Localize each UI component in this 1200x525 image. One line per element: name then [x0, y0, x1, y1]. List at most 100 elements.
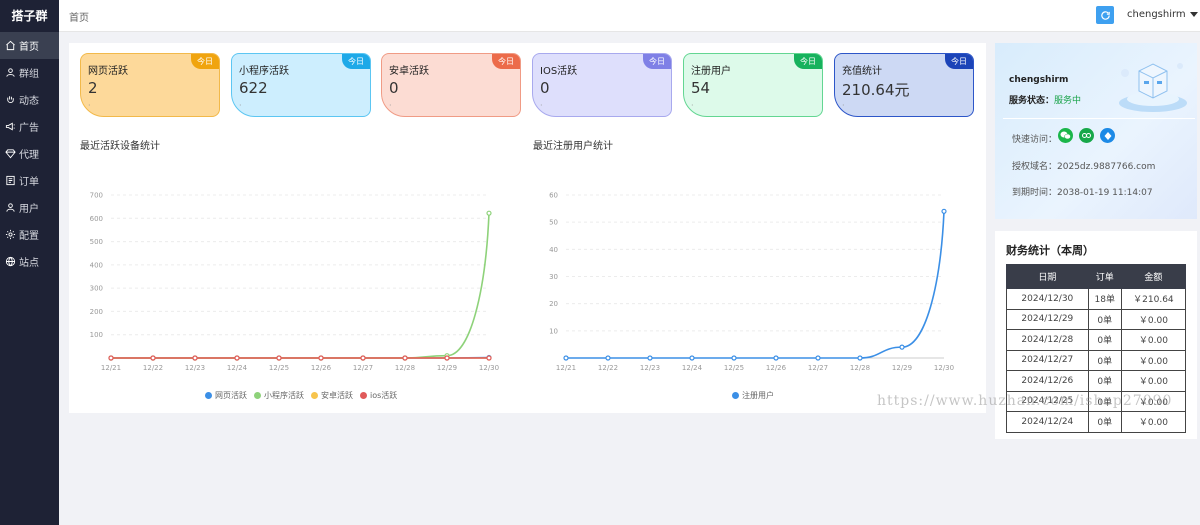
- registered-users-data-point[interactable]: [605, 355, 611, 361]
- refresh-button[interactable]: [1096, 6, 1114, 24]
- finance-cell-orders: 0单: [1087, 349, 1122, 371]
- y-tick-label: 400: [90, 261, 103, 269]
- y-tick-label: 600: [90, 215, 103, 223]
- table-row: 2024/12/29 0单 ￥0.00: [1006, 308, 1187, 330]
- registered-users-data-point[interactable]: [815, 355, 821, 361]
- registered-users-data-point[interactable]: [773, 355, 779, 361]
- registered-users-data-point[interactable]: [563, 355, 569, 361]
- active-devices-legend: 网页活跃 小程序活跃 安卓活跃 ios活跃: [205, 390, 404, 401]
- finance-cell-orders: 0单: [1087, 411, 1122, 433]
- x-tick-label: 12/23: [640, 364, 660, 372]
- active-devices-data-point[interactable]: [234, 355, 240, 361]
- active-devices-legend-item[interactable]: 安卓活跃: [311, 390, 353, 401]
- active-devices-data-point[interactable]: [150, 355, 156, 361]
- active-devices-legend-item[interactable]: ios活跃: [360, 390, 397, 401]
- stat-card-title: 网页活跃: [88, 66, 128, 77]
- chevron-down-icon: [1189, 12, 1198, 17]
- stat-card-title: 安卓活跃: [389, 66, 429, 77]
- sidebar-nav: 首页群组动态 广告 代理 订单 用户 配置 站点: [0, 32, 59, 275]
- finance-cell-date: 2024/12/30: [1006, 288, 1089, 310]
- group-icon: [4, 67, 16, 79]
- active-devices-data-point[interactable]: [192, 355, 198, 361]
- sidebar-item-1[interactable]: 群组: [0, 59, 59, 86]
- y-tick-label: 60: [549, 192, 558, 200]
- user-menu[interactable]: chengshirm: [1127, 9, 1198, 20]
- y-tick-label: 100: [90, 331, 103, 339]
- legend-swatch: [205, 392, 212, 399]
- expiry-time: 到期时间：2038-01-19 11:14:07: [1012, 185, 1153, 198]
- stat-card-tag: 今日: [643, 54, 671, 69]
- legend-label: 注册用户: [742, 391, 774, 400]
- stat-card: IOS活跃 0 · 今日: [532, 53, 672, 117]
- x-tick-label: 12/24: [682, 364, 703, 372]
- active-devices-legend-item[interactable]: 网页活跃: [205, 390, 247, 401]
- sidebar-item-6[interactable]: 用户: [0, 194, 59, 221]
- active-devices-data-point[interactable]: [444, 355, 450, 361]
- registered-users-legend-item[interactable]: 注册用户: [732, 390, 774, 401]
- x-tick-label: 12/25: [724, 364, 744, 372]
- finance-cell-date: 2024/12/27: [1006, 349, 1089, 371]
- sidebar-item-label: 首页: [19, 42, 39, 53]
- gear-icon: [4, 229, 16, 241]
- server-illustration-icon: [1119, 63, 1187, 112]
- active-devices-chart-title: 最近活跃设备统计: [80, 141, 160, 152]
- registered-users-data-point[interactable]: [857, 355, 863, 361]
- x-tick-label: 12/29: [437, 364, 457, 372]
- active-devices-data-point[interactable]: [276, 355, 282, 361]
- finance-col-orders: 订单: [1087, 264, 1122, 289]
- legend-swatch: [311, 392, 318, 399]
- stat-card-value: 622: [239, 79, 268, 97]
- registered-users-data-point[interactable]: [647, 355, 653, 361]
- x-tick-label: 12/30: [479, 364, 499, 372]
- stat-card-value: 0: [389, 79, 399, 97]
- registered-users-chart-title: 最近注册用户统计: [533, 141, 613, 152]
- table-row: 2024/12/24 0单 ￥0.00: [1006, 411, 1187, 433]
- y-tick-label: 50: [549, 219, 558, 227]
- app-logo[interactable]: 搭子群: [0, 0, 59, 32]
- active-devices-data-point[interactable]: [486, 210, 492, 216]
- sidebar-item-8[interactable]: 站点: [0, 248, 59, 275]
- service-status: 服务状态：服务中: [1009, 93, 1081, 106]
- table-row: 2024/12/27 0单 ￥0.00: [1006, 349, 1187, 371]
- stat-card-marker: ·: [842, 101, 845, 110]
- breadcrumb[interactable]: 首页: [69, 9, 89, 24]
- wechat-icon[interactable]: [1058, 128, 1073, 143]
- active-devices-legend-item[interactable]: 小程序活跃: [254, 390, 304, 401]
- sidebar-item-4[interactable]: 代理: [0, 140, 59, 167]
- legend-swatch: [360, 392, 367, 399]
- x-tick-label: 12/25: [269, 364, 289, 372]
- mini-program-icon[interactable]: [1079, 128, 1094, 143]
- active-devices-data-point[interactable]: [318, 355, 324, 361]
- legend-label: 小程序活跃: [264, 391, 304, 400]
- stat-card-value: 2: [88, 79, 98, 97]
- x-tick-label: 12/23: [185, 364, 205, 372]
- refresh-icon: [1100, 10, 1110, 20]
- app-icon[interactable]: [1100, 128, 1115, 143]
- registered-users-data-point[interactable]: [689, 355, 695, 361]
- sidebar-item-0[interactable]: 首页: [0, 32, 59, 59]
- finance-cell-amount: ￥0.00: [1120, 411, 1187, 433]
- active-devices-series-line-1: [111, 213, 490, 359]
- sidebar-item-label: 群组: [19, 69, 39, 80]
- sidebar-item-7[interactable]: 配置: [0, 221, 59, 248]
- list-icon: [4, 175, 16, 187]
- finance-cell-orders: 0单: [1087, 370, 1122, 392]
- registered-users-data-point[interactable]: [731, 355, 737, 361]
- table-row: 2024/12/26 0单 ￥0.00: [1006, 370, 1187, 392]
- sidebar-item-5[interactable]: 订单: [0, 167, 59, 194]
- finance-cell-amount: ￥0.00: [1120, 349, 1187, 371]
- active-devices-data-point[interactable]: [486, 355, 492, 361]
- x-tick-label: 12/22: [143, 364, 163, 372]
- registered-users-data-point[interactable]: [899, 344, 905, 350]
- active-devices-data-point[interactable]: [108, 355, 114, 361]
- stat-card: 小程序活跃 622 · 今日: [231, 53, 371, 117]
- diamond-icon: [4, 148, 16, 160]
- x-tick-label: 12/26: [311, 364, 332, 372]
- active-devices-data-point[interactable]: [360, 355, 366, 361]
- y-tick-label: 200: [90, 308, 103, 316]
- registered-users-data-point[interactable]: [941, 208, 947, 214]
- sidebar-item-3[interactable]: 广告: [0, 113, 59, 140]
- sidebar-item-2[interactable]: 动态: [0, 86, 59, 113]
- active-devices-data-point[interactable]: [402, 355, 408, 361]
- legend-label: 安卓活跃: [321, 391, 353, 400]
